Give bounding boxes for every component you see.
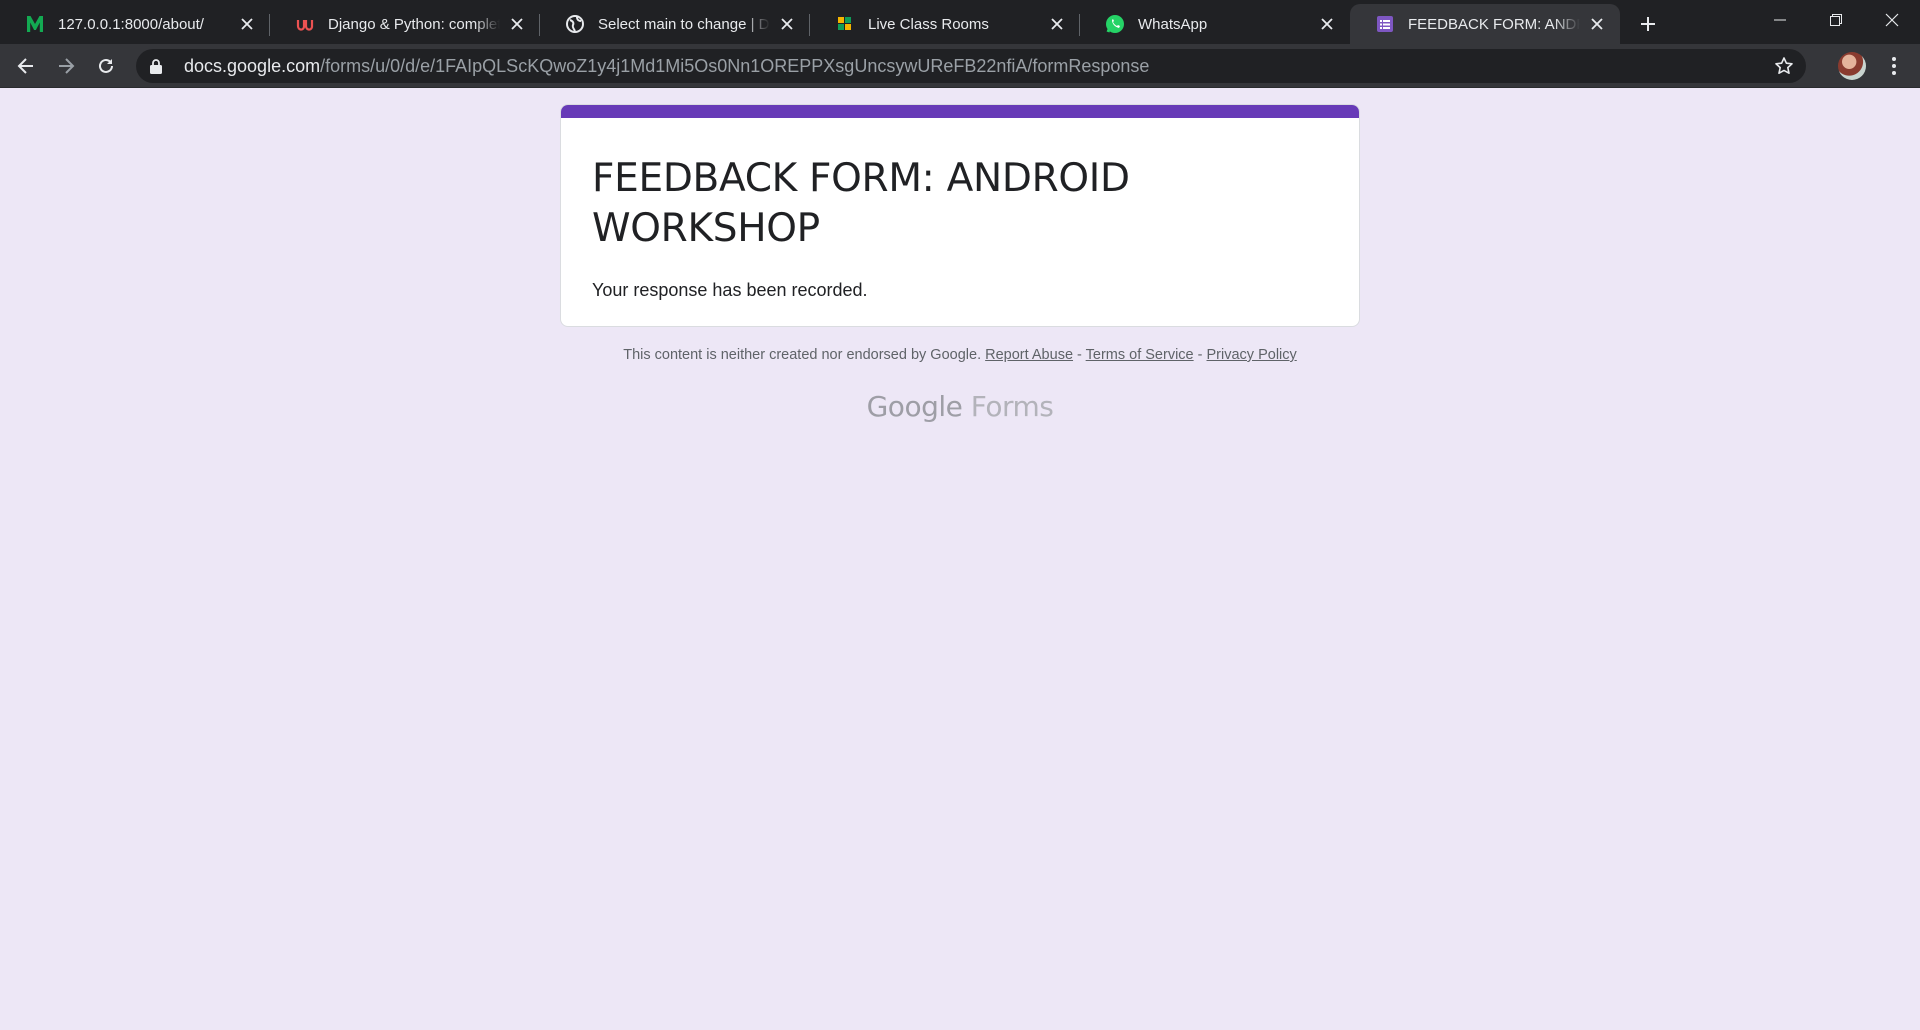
disclaimer-text: This content is neither created nor endo… xyxy=(623,347,982,363)
close-icon[interactable] xyxy=(506,13,528,35)
restore-button[interactable] xyxy=(1808,0,1864,40)
kebab-menu-icon xyxy=(1892,57,1896,75)
profile-avatar[interactable] xyxy=(1838,52,1866,80)
close-icon[interactable] xyxy=(1046,13,1068,35)
tab-4[interactable]: Live Class Rooms xyxy=(810,4,1080,44)
bookmark-star-icon[interactable] xyxy=(1774,56,1794,76)
confirmation-message: Your response has been recorded. xyxy=(592,280,868,300)
tab-title: FEEDBACK FORM: ANDROID WORKSHOP xyxy=(1408,15,1580,33)
tab-title: Live Class Rooms xyxy=(868,15,989,33)
google-forms-logo[interactable]: Google Forms xyxy=(0,390,1920,423)
tab-title: Django & Python: complete BUNDLE xyxy=(328,15,500,33)
udemy-icon xyxy=(294,13,316,35)
browser-menu-button[interactable] xyxy=(1880,52,1908,80)
privacy-policy-link[interactable]: Privacy Policy xyxy=(1207,347,1297,363)
tab-1[interactable]: 127.0.0.1:8000/about/ xyxy=(0,4,270,44)
tab-title: WhatsApp xyxy=(1138,15,1208,33)
separator: - xyxy=(1193,347,1207,363)
plus-icon xyxy=(1641,17,1655,31)
report-abuse-link[interactable]: Report Abuse xyxy=(985,347,1073,363)
tab-title: 127.0.0.1:8000/about/ xyxy=(58,15,204,33)
form-confirmation-card: FEEDBACK FORM: ANDROID WORKSHOP Your res… xyxy=(560,104,1360,327)
close-icon[interactable] xyxy=(1316,13,1338,35)
terms-of-service-link[interactable]: Terms of Service xyxy=(1086,347,1194,363)
forward-button[interactable] xyxy=(46,46,86,86)
tab-title: Select main to change | Django site admi… xyxy=(598,15,770,33)
url-path: /forms/u/0/d/e/1FAIpQLScKQwoZ1y4j1Md1Mi5… xyxy=(320,55,1150,76)
arrow-left-icon xyxy=(17,57,33,74)
form-accent-bar xyxy=(561,105,1359,118)
footer-disclaimer: This content is neither created nor endo… xyxy=(0,347,1920,363)
minimize-button[interactable] xyxy=(1752,0,1808,40)
lock-icon xyxy=(150,57,168,75)
tab-strip: 127.0.0.1:8000/about/ Django & Python: c… xyxy=(0,0,1920,44)
arrow-right-icon xyxy=(59,57,75,74)
tab-5[interactable]: WhatsApp xyxy=(1080,4,1350,44)
brand-forms: Forms xyxy=(970,390,1054,423)
form-title: FEEDBACK FORM: ANDROID WORKSHOP xyxy=(592,156,1130,251)
letter-m-icon xyxy=(24,13,46,35)
close-icon[interactable] xyxy=(776,13,798,35)
window-controls xyxy=(1752,0,1920,40)
brand-google: Google xyxy=(866,390,963,423)
close-icon[interactable] xyxy=(1586,13,1608,35)
separator: - xyxy=(1073,347,1086,363)
address-bar[interactable]: docs.google.com/forms/u/0/d/e/1FAIpQLScK… xyxy=(136,49,1806,83)
restore-icon xyxy=(1830,14,1842,26)
classroom-icon xyxy=(834,13,856,35)
close-window-button[interactable] xyxy=(1864,0,1920,40)
google-forms-icon xyxy=(1374,13,1396,35)
reload-icon xyxy=(99,58,113,73)
whatsapp-icon xyxy=(1104,13,1126,35)
close-window-icon xyxy=(1885,13,1899,27)
close-icon[interactable] xyxy=(236,13,258,35)
minimize-icon xyxy=(1774,19,1786,21)
back-button[interactable] xyxy=(6,46,46,86)
browser-toolbar: docs.google.com/forms/u/0/d/e/1FAIpQLScK… xyxy=(0,44,1920,88)
tab-2[interactable]: Django & Python: complete BUNDLE xyxy=(270,4,540,44)
url-host: docs.google.com xyxy=(184,55,321,76)
globe-icon xyxy=(564,13,586,35)
tab-3[interactable]: Select main to change | Django site admi… xyxy=(540,4,810,44)
new-tab-button[interactable] xyxy=(1628,4,1668,44)
tab-6-active[interactable]: FEEDBACK FORM: ANDROID WORKSHOP xyxy=(1350,4,1620,44)
reload-button[interactable] xyxy=(86,46,126,86)
